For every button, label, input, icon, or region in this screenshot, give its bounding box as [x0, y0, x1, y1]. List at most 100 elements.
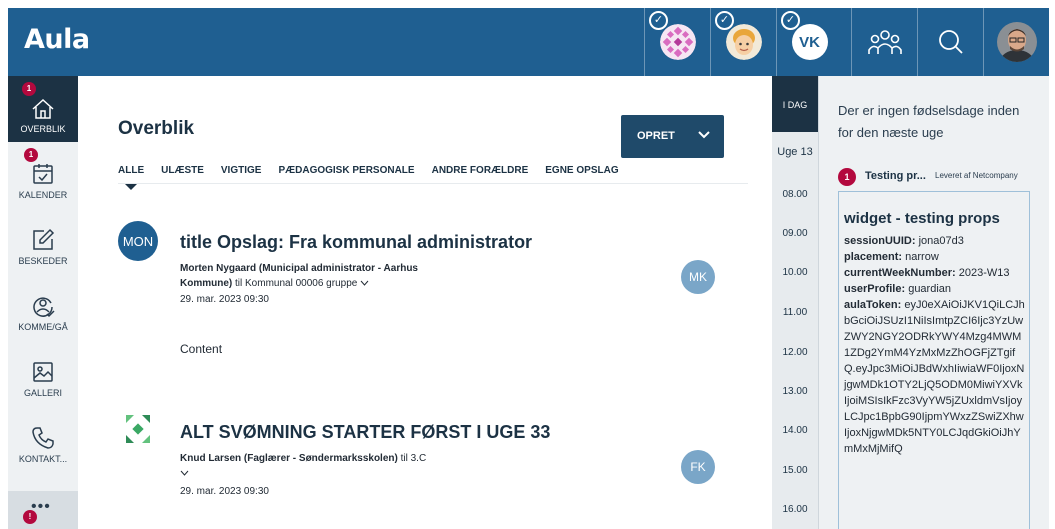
post-author: Morten Nygaard (Municipal administrator …	[180, 261, 460, 291]
nav-kalender[interactable]: 1 KALENDER	[8, 142, 78, 208]
post-title[interactable]: title Opslag: Fra kommunal administrator	[180, 232, 532, 253]
search-button[interactable]	[917, 8, 983, 76]
nav-label: BESKEDER	[18, 256, 68, 266]
post-author: Knud Larsen (Faglærer - Søndermarksskole…	[180, 451, 480, 481]
hour-label: 08.00	[782, 189, 808, 200]
prop-value: eyJ0eXAiOiJKV1QiLCJhbGciOiJSUzI1NiIsImtp…	[844, 299, 1025, 455]
groups-button[interactable]	[851, 8, 917, 76]
nav-label: GALLERI	[23, 388, 63, 398]
hour-label: 15.00	[782, 465, 808, 476]
widget-prop: aulaToken: eyJ0eXAiOiJKV1QiLCJhbGciOiJSU…	[844, 297, 1025, 457]
widget-name[interactable]: Testing pr...	[865, 170, 926, 182]
nav-galleri[interactable]: GALLERI	[8, 340, 78, 406]
nav-overblik[interactable]: 1 OVERBLIK	[8, 76, 78, 142]
tab-andre-foraeldre[interactable]: ANDRE FORÆLDRE	[432, 165, 529, 185]
week-number: Uge 13	[777, 146, 813, 158]
left-navigation: 1 OVERBLIK 1 KALENDER BESKEDER KOMME/GÅ …	[8, 76, 78, 529]
post-title[interactable]: ALT SVØMNING STARTER FØRST I UGE 33	[180, 422, 550, 443]
post-author-name: Knud Larsen (Faglærer - Søndermarksskole…	[180, 453, 398, 464]
gallery-icon	[33, 362, 53, 382]
check-icon: ✓	[781, 11, 800, 30]
nav-label: KOMME/GÅ	[18, 322, 68, 332]
birthday-notice: Der er ingen fødselsdage inden for den n…	[838, 103, 1020, 140]
nav-beskeder[interactable]: BESKEDER	[8, 208, 78, 274]
post-author-logo	[118, 409, 158, 449]
post-date: 29. mar. 2023 09:30	[180, 486, 269, 497]
chevron-down-icon[interactable]	[180, 470, 189, 476]
child-avatar	[725, 24, 762, 60]
prop-key: sessionUUID:	[844, 235, 916, 247]
prop-value: guardian	[905, 283, 952, 295]
checkin-icon	[33, 297, 55, 318]
today-button[interactable]: I DAG	[772, 76, 818, 132]
check-icon: ✓	[715, 11, 734, 30]
nav-label: KONTAKT...	[18, 454, 68, 464]
widget-prop: placement: narrow	[844, 249, 1025, 265]
post-recipients[interactable]: til 3.C	[398, 453, 427, 464]
post-initials-badge: MK	[681, 260, 715, 294]
chevron-down-icon	[698, 131, 710, 139]
widget-prop: userProfile: guardian	[844, 281, 1025, 297]
notification-badge: 1	[24, 148, 38, 162]
tab-alle[interactable]: ALLE	[118, 165, 144, 190]
calendar-icon	[33, 164, 53, 184]
page-title: Overblik	[118, 118, 195, 139]
more-icon: •••	[31, 498, 51, 515]
hour-label: 12.00	[782, 347, 808, 358]
widget-badge: 1	[838, 168, 856, 186]
prop-key: userProfile:	[844, 283, 906, 295]
pattern-avatar	[659, 24, 696, 60]
nav-komme-ga[interactable]: KOMME/GÅ	[8, 274, 78, 340]
create-button-label: OPRET	[637, 130, 675, 142]
initials-avatar: VK	[791, 24, 828, 60]
chevron-down-icon[interactable]	[360, 280, 369, 286]
hour-label: 11.00	[782, 307, 808, 318]
hour-label: 16.00	[782, 504, 808, 515]
groups-icon	[867, 30, 902, 54]
prop-value: narrow	[902, 251, 939, 263]
notification-badge: 1	[22, 82, 36, 96]
aula-logo[interactable]: Aula	[24, 24, 90, 55]
tab-paedagogisk-personale[interactable]: PÆDAGOGISK PERSONALE	[278, 165, 414, 185]
profile-switch-1[interactable]: ✓	[644, 8, 710, 76]
tab-ulaeste[interactable]: ULÆSTE	[161, 165, 204, 185]
post-author-avatar: MON	[118, 221, 158, 261]
filter-tabs: ALLE ULÆSTE VIGTIGE PÆDAGOGISK PERSONALE…	[118, 165, 636, 190]
create-button[interactable]: OPRET	[621, 115, 724, 158]
user-avatar	[996, 22, 1037, 62]
main-feed: Overblik OPRET ALLE ULÆSTE VIGTIGE PÆDAG…	[78, 76, 770, 529]
post-initials-badge: FK	[681, 450, 715, 484]
profile-switch-3[interactable]: ✓ VK	[776, 8, 842, 76]
prop-key: placement:	[844, 251, 903, 263]
nav-kontakter[interactable]: KONTAKT...	[8, 406, 78, 472]
tab-egne-opslag[interactable]: EGNE OPSLAG	[545, 165, 618, 185]
post-date: 29. mar. 2023 09:30	[180, 294, 269, 305]
nav-label: OVERBLIK	[20, 124, 66, 134]
widget-title: widget - testing props	[844, 210, 1000, 227]
post-content: Content	[180, 342, 223, 356]
widget-provider: Leveret af Netcompany	[935, 171, 1018, 180]
widget-content: widget - testing props sessionUUID: jona…	[838, 191, 1030, 529]
profile-switch-2[interactable]: ✓	[710, 8, 776, 76]
prop-value: jona07d3	[915, 235, 964, 247]
user-menu-button[interactable]	[983, 8, 1049, 76]
check-icon: ✓	[649, 11, 668, 30]
nav-more[interactable]: ! •••	[8, 491, 78, 529]
nav-label: KALENDER	[18, 190, 68, 200]
home-icon	[32, 98, 54, 119]
tab-vigtige[interactable]: VIGTIGE	[221, 165, 262, 185]
hour-label: 14.00	[782, 425, 808, 436]
hour-label: 09.00	[782, 228, 808, 239]
prop-key: aulaToken:	[844, 299, 902, 311]
hour-label: 10.00	[782, 267, 808, 278]
post-recipients[interactable]: til Kommunal 00006 gruppe	[232, 278, 357, 289]
hour-label: 13.00	[782, 386, 808, 397]
widget-header: 1 Testing pr... Leveret af Netcompany	[838, 166, 1048, 186]
tabs-divider	[118, 183, 748, 184]
phone-icon	[32, 427, 54, 449]
search-icon	[938, 30, 963, 54]
widget-prop: sessionUUID: jona07d3	[844, 233, 1025, 249]
prop-key: currentWeekNumber:	[844, 267, 956, 279]
prop-value: 2023-W13	[955, 267, 1010, 279]
edit-message-icon	[33, 228, 55, 250]
